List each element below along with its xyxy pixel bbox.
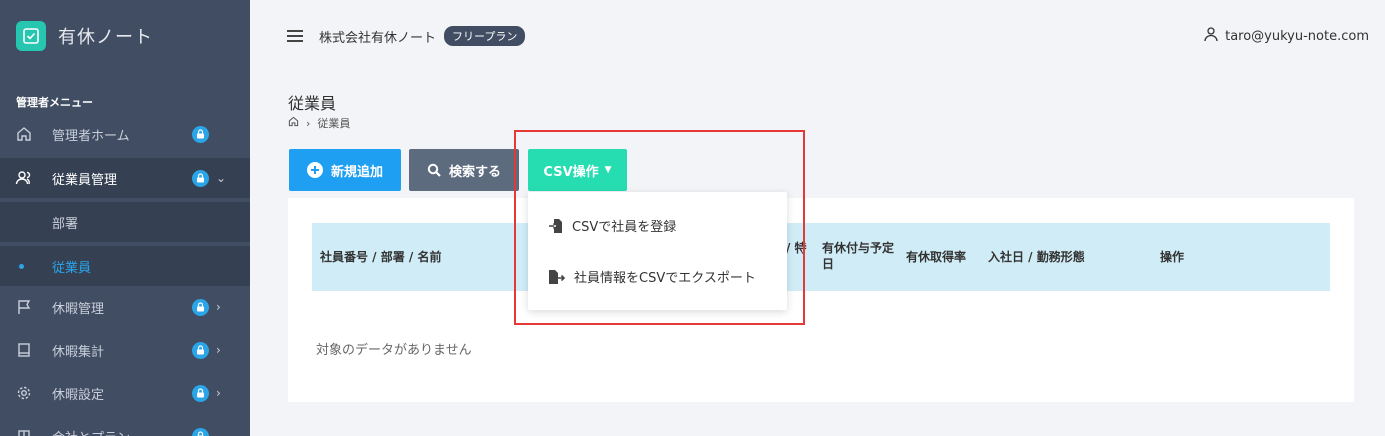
file-export-icon: [548, 269, 566, 285]
chevron-right-icon: ›: [216, 386, 221, 400]
sidebar: 有休ノート 管理者メニュー 管理者ホーム 従業員管理 ⌄ 部署 従業員 休暇管理…: [0, 0, 250, 436]
lock-icon: [192, 298, 209, 316]
sidebar-item-company-plan[interactable]: 会社とプラン: [0, 416, 250, 436]
column-header-partial: / 特: [786, 241, 807, 255]
column-header-name: 社員番号 / 部署 / 名前: [320, 250, 442, 264]
sidebar-item-leave-management[interactable]: 休暇管理 ›: [0, 287, 250, 327]
sidebar-item-employee-management[interactable]: 従業員管理 ⌄: [0, 158, 250, 198]
breadcrumb-current: 従業員: [317, 117, 351, 130]
home-icon[interactable]: [288, 116, 299, 130]
column-header-grant-date: 有休付与予定 日: [822, 241, 895, 271]
sidebar-item-admin-home[interactable]: 管理者ホーム: [0, 114, 250, 154]
breadcrumb: › 従業員: [288, 115, 350, 131]
lock-icon: [192, 169, 209, 187]
sidebar-item-leave-summary[interactable]: 休暇集計 ›: [0, 330, 250, 370]
building-icon: [14, 426, 34, 436]
sidebar-item-label: 休暇集計: [52, 344, 105, 360]
sidebar-subitem-label: 部署: [52, 216, 79, 232]
search-label: 検索する: [448, 164, 501, 180]
empty-message: 対象のデータがありません: [316, 343, 472, 358]
top-header: 株式会社有休ノート フリープラン taro@yukyu-note.com: [250, 0, 1385, 72]
sidebar-subitem-label: 従業員: [52, 260, 92, 276]
sidebar-subitem-employees[interactable]: 従業員: [0, 246, 250, 286]
plan-badge: フリープラン: [444, 26, 526, 46]
user-email: taro@yukyu-note.com: [1225, 28, 1369, 44]
chevron-right-icon: ›: [216, 300, 221, 314]
sidebar-item-label: 会社とプラン: [52, 427, 130, 436]
csv-import-label: CSVで社員を登録: [572, 220, 677, 235]
csv-export-item[interactable]: 社員情報をCSVでエクスポート: [548, 267, 756, 286]
gear-icon: [14, 383, 34, 403]
csv-actions-button[interactable]: CSV操作 ▼: [528, 149, 627, 191]
lock-icon: [192, 384, 209, 402]
caret-down-icon: ▼: [604, 165, 612, 175]
csv-import-item[interactable]: CSVで社員を登録: [548, 216, 676, 235]
sidebar-subitem-departments[interactable]: 部署: [0, 202, 250, 242]
brand[interactable]: 有休ノート: [0, 0, 250, 72]
employee-table-card: 社員番号 / 部署 / 名前 / 特 有休付与予定 日 有休取得率 入社日 / …: [288, 198, 1354, 402]
home-icon: [14, 124, 34, 144]
user-icon: [1203, 26, 1219, 46]
flag-icon: [14, 297, 34, 317]
sidebar-item-label: 従業員管理: [52, 172, 118, 188]
csv-export-label: 社員情報をCSVでエクスポート: [574, 271, 756, 286]
search-button[interactable]: 検索する: [409, 149, 519, 191]
search-icon: [427, 163, 441, 177]
sidebar-item-leave-settings[interactable]: 休暇設定 ›: [0, 373, 250, 413]
hamburger-menu-icon[interactable]: [287, 30, 303, 42]
active-dot: [19, 263, 24, 269]
menu-section-label: 管理者メニュー: [16, 96, 93, 109]
sidebar-item-label: 管理者ホーム: [52, 128, 130, 144]
lock-icon: [192, 427, 209, 436]
company-name: 株式会社有休ノート: [319, 30, 437, 46]
chevron-right-icon: ›: [216, 343, 221, 357]
file-import-icon: [548, 218, 564, 234]
user-menu[interactable]: taro@yukyu-note.com: [1203, 26, 1369, 46]
breadcrumb-separator: ›: [306, 116, 311, 130]
add-new-button[interactable]: 新規追加: [289, 149, 401, 191]
column-header-rate: 有休取得率: [906, 250, 967, 264]
lock-icon: [192, 341, 209, 359]
plus-circle-icon: [306, 162, 323, 178]
sidebar-item-label: 休暇管理: [52, 301, 105, 317]
csv-actions-label: CSV操作: [543, 164, 599, 180]
users-icon: [14, 168, 34, 188]
column-header-join-date: 入社日 / 勤務形態: [988, 250, 1085, 264]
page-title: 従業員: [288, 94, 337, 113]
table-header: 社員番号 / 部署 / 名前 / 特 有休付与予定 日 有休取得率 入社日 / …: [312, 223, 1330, 291]
book-icon: [14, 340, 34, 360]
sidebar-item-label: 休暇設定: [52, 387, 105, 403]
column-header-action: 操作: [1160, 250, 1185, 264]
add-new-label: 新規追加: [330, 164, 383, 180]
chevron-down-icon: ⌄: [216, 171, 227, 185]
check-square-icon: [16, 21, 46, 51]
csv-dropdown-menu: CSVで社員を登録 社員情報をCSVでエクスポート: [528, 192, 787, 310]
lock-icon: [192, 125, 209, 143]
brand-name: 有休ノート: [58, 27, 153, 48]
